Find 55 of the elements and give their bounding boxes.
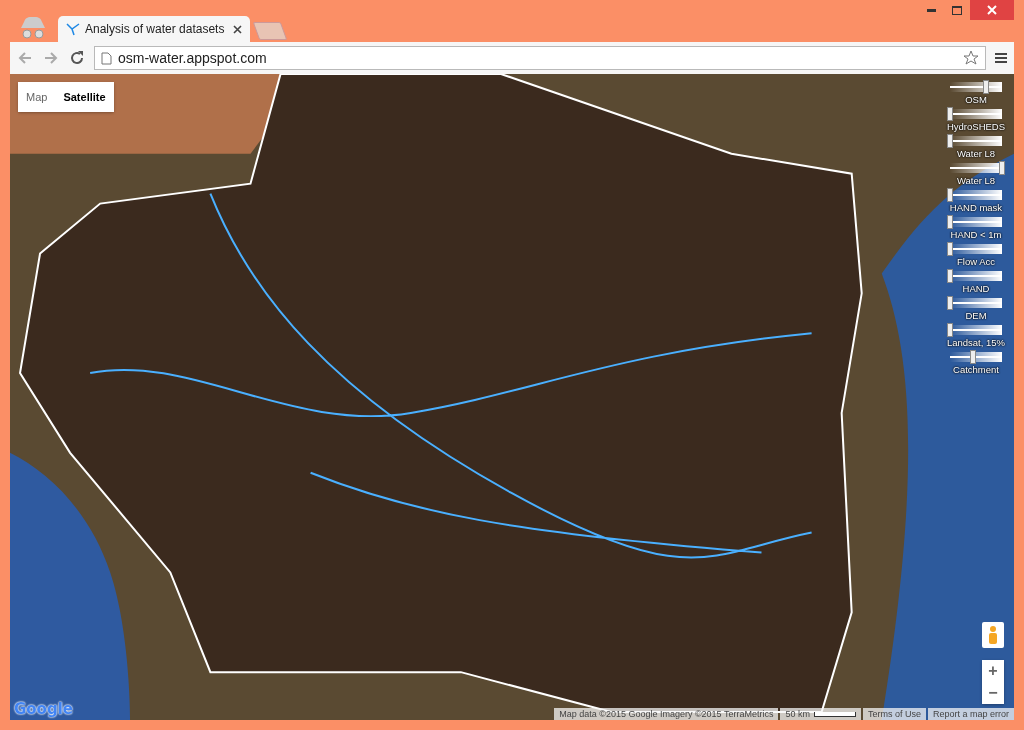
terms-link[interactable]: Terms of Use [862, 708, 926, 720]
zoom-out-button[interactable]: − [982, 682, 1004, 704]
layer-opacity-slider[interactable] [950, 352, 1002, 362]
layer-label: HydroSHEDS [946, 121, 1006, 132]
slider-thumb[interactable] [947, 242, 953, 256]
close-window-button[interactable] [970, 0, 1014, 20]
layer-opacity-slider[interactable] [950, 136, 1002, 146]
slider-thumb[interactable] [999, 161, 1005, 175]
slider-thumb[interactable] [947, 323, 953, 337]
address-bar[interactable]: osm-water.appspot.com [94, 46, 986, 70]
layer-opacity-slider[interactable] [950, 244, 1002, 254]
layer-label: HAND < 1m [950, 229, 1002, 240]
map-type-tab[interactable]: Satellite [55, 82, 114, 112]
layer-label: DEM [965, 310, 987, 321]
slider-thumb[interactable] [983, 80, 990, 94]
report-error-link[interactable]: Report a map error [927, 708, 1014, 720]
slider-thumb[interactable] [947, 215, 953, 229]
layer-label: HAND mask [949, 202, 1003, 213]
layer-opacity-slider[interactable] [950, 217, 1002, 227]
layer-opacity-slider[interactable] [950, 163, 1002, 173]
pegman-icon [988, 625, 998, 645]
minimize-icon [926, 8, 936, 12]
browser-tab[interactable]: Analysis of water datasets [58, 16, 250, 42]
layer-label: OSM [965, 94, 987, 105]
reload-icon[interactable] [68, 49, 86, 67]
layer-label: Landsat, 15% [946, 337, 1006, 348]
layer-opacity-slider[interactable] [950, 190, 1002, 200]
layer-label: Catchment [953, 364, 999, 375]
slider-thumb[interactable] [970, 350, 977, 364]
close-icon[interactable] [233, 24, 242, 34]
slider-thumb[interactable] [947, 296, 953, 310]
layer-opacity-slider[interactable] [950, 325, 1002, 335]
layer-label: HAND [962, 283, 990, 294]
layer-label: Water L8 [956, 148, 996, 159]
slider-thumb[interactable] [947, 134, 953, 148]
layer-opacity-slider[interactable] [950, 298, 1002, 308]
close-icon [987, 5, 997, 15]
layer-label: Water L8 [956, 175, 996, 186]
google-logo: Google [14, 700, 73, 718]
map-data-attribution: Map data ©2015 Google Imagery ©2015 TerraMetrics [554, 708, 779, 720]
zoom-in-button[interactable]: + [982, 660, 1004, 682]
star-icon[interactable] [963, 50, 979, 66]
slider-thumb[interactable] [947, 269, 953, 283]
slider-thumb[interactable] [947, 107, 953, 121]
slider-thumb[interactable] [947, 188, 953, 202]
layer-label: Flow Acc [957, 256, 995, 267]
scale-bar: 50 km [780, 708, 861, 720]
map-type-tab[interactable]: Map [18, 82, 56, 112]
page-icon [101, 51, 112, 65]
river-icon [66, 22, 80, 36]
layer-opacity-slider[interactable] [950, 82, 1002, 92]
layer-opacity-slider[interactable] [950, 271, 1002, 281]
maximize-icon [952, 5, 962, 15]
layer-opacity-slider[interactable] [950, 109, 1002, 119]
menu-icon[interactable] [994, 51, 1008, 65]
